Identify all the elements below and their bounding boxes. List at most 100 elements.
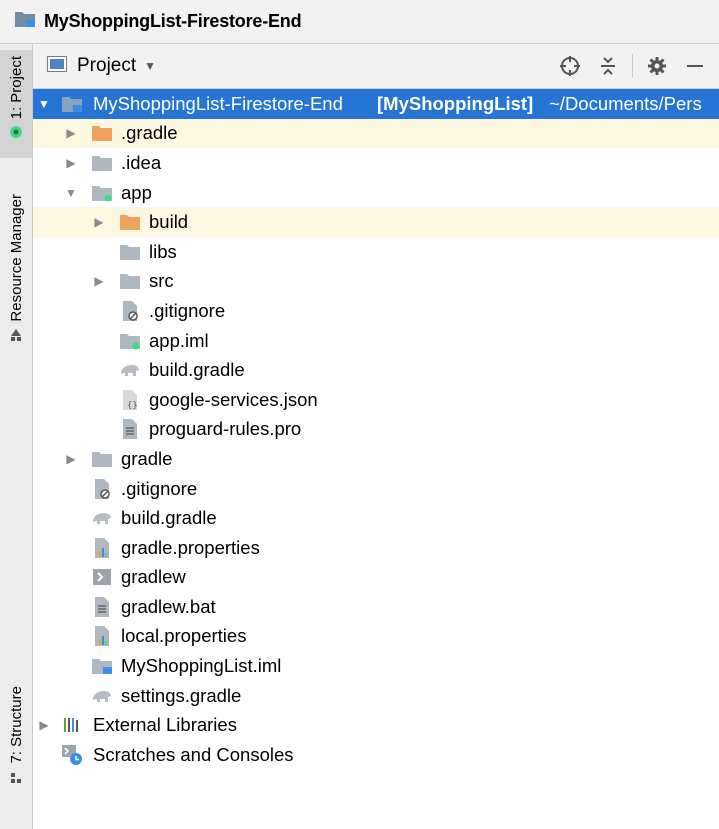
chevron-right-icon[interactable]: ▶: [65, 156, 77, 170]
module-folder-icon: [91, 182, 113, 204]
toolbar-divider: [632, 54, 633, 78]
tree-node-label: build: [149, 211, 189, 233]
toolbar-actions: [556, 44, 719, 88]
tree-node-label: app.iml: [149, 329, 209, 351]
project-module-icon: [91, 655, 113, 677]
tree-node-label: src: [149, 270, 174, 292]
ignore-file-icon: [119, 300, 141, 322]
resource-manager-tool-tab[interactable]: Resource Manager: [0, 194, 32, 374]
project-panel: Project ▼ ▼ MyShoppingList-Firestore-End…: [33, 44, 719, 829]
project-tool-tab-label: 1: Project: [7, 56, 25, 120]
chevron-right-icon[interactable]: ▶: [65, 126, 77, 140]
structure-icon: [11, 772, 21, 783]
gradle-elephant-icon: [91, 507, 113, 529]
text-file-icon: [119, 418, 141, 440]
tree-node-gitignore[interactable]: .gitignore: [33, 474, 719, 504]
tree-node-gradle-properties[interactable]: gradle.properties: [33, 533, 719, 563]
window-title-bar: MyShoppingList-Firestore-End: [0, 0, 719, 44]
tool-window-bar: 1: Project Resource Manager 7: Structure: [0, 44, 33, 829]
tree-node-app[interactable]: ▼ app: [33, 178, 719, 208]
tree-node-label: settings.gradle: [121, 684, 242, 706]
tree-node-google-services[interactable]: {} google-services.json: [33, 385, 719, 415]
svg-text:{}: {}: [127, 401, 138, 411]
tree-node-gradle-folder[interactable]: ▶ gradle: [33, 444, 719, 474]
tree-node-label: google-services.json: [149, 388, 318, 410]
project-tool-tab[interactable]: 1: Project: [0, 50, 32, 158]
tree-node-label: .gitignore: [121, 477, 198, 499]
text-file-icon: [91, 596, 113, 618]
folder-icon: [91, 152, 113, 174]
tree-node-src[interactable]: ▶ src: [33, 267, 719, 297]
project-view-icon: [47, 55, 67, 77]
project-tree: ▼ MyShoppingList-Firestore-End [MyShoppi…: [33, 89, 719, 770]
chevron-right-icon[interactable]: ▶: [93, 274, 105, 288]
tree-node-app-build-gradle[interactable]: build.gradle: [33, 355, 719, 385]
chevron-right-icon[interactable]: ▶: [65, 452, 77, 466]
folder-icon: [119, 270, 141, 292]
tree-node-app-iml[interactable]: app.iml: [33, 326, 719, 356]
excluded-folder-icon: [91, 122, 113, 144]
json-file-icon: {}: [119, 389, 141, 411]
gradle-elephant-icon: [119, 359, 141, 381]
library-icon: [61, 714, 83, 736]
structure-tab-label: 7: Structure: [7, 686, 25, 764]
chevron-down-icon[interactable]: ▼: [38, 97, 50, 111]
tree-node-label: .idea: [121, 151, 162, 173]
tree-node-local-properties[interactable]: local.properties: [33, 622, 719, 652]
tree-node-label: app: [121, 181, 152, 203]
gradle-elephant-icon: [91, 685, 113, 707]
folder-icon: [119, 241, 141, 263]
locate-icon[interactable]: [556, 52, 584, 80]
tree-node-app-gitignore[interactable]: .gitignore: [33, 296, 719, 326]
properties-file-icon: [91, 537, 113, 559]
resources-icon: [11, 328, 21, 341]
chevron-down-icon[interactable]: ▼: [144, 59, 156, 73]
structure-tool-tab[interactable]: 7: Structure: [0, 686, 32, 806]
project-toolbar: Project ▼: [33, 44, 719, 89]
chevron-right-icon[interactable]: ▶: [93, 215, 105, 229]
tree-node-libs[interactable]: libs: [33, 237, 719, 267]
tree-node-gradlew[interactable]: gradlew: [33, 563, 719, 593]
ignore-file-icon: [91, 478, 113, 500]
tree-node-root[interactable]: ▼ MyShoppingList-Firestore-End [MyShoppi…: [33, 89, 719, 119]
gear-icon[interactable]: [643, 52, 671, 80]
android-icon: [10, 126, 22, 139]
project-folder-icon: [61, 93, 83, 115]
tree-node-label: gradlew.bat: [121, 595, 216, 617]
collapse-all-icon[interactable]: [594, 52, 622, 80]
root-name: MyShoppingList-Firestore-End: [93, 92, 343, 114]
root-module: [MyShoppingList]: [377, 92, 534, 114]
scratches-icon: [61, 744, 83, 766]
tree-node-label: gradlew: [121, 566, 186, 588]
project-view-selector[interactable]: Project: [77, 55, 136, 77]
tree-node-label: MyShoppingList.iml: [121, 655, 282, 677]
tree-node-proguard[interactable]: proguard-rules.pro: [33, 415, 719, 445]
tree-node-myshoppinglist-iml[interactable]: MyShoppingList.iml: [33, 651, 719, 681]
excluded-folder-icon: [119, 211, 141, 233]
project-folder-icon: [14, 10, 36, 33]
tree-node-label: build.gradle: [121, 507, 217, 529]
tree-node-label: gradle: [121, 447, 173, 469]
chevron-down-icon[interactable]: ▼: [65, 186, 77, 200]
tree-node-label: .gitignore: [149, 299, 226, 321]
tree-node-label: gradle.properties: [121, 536, 260, 558]
folder-icon: [91, 448, 113, 470]
tree-node-label: local.properties: [121, 625, 247, 647]
tree-node-gradle-dir[interactable]: ▶ .gradle: [33, 118, 719, 149]
properties-file-icon: [91, 625, 113, 647]
tree-node-gradlew-bat[interactable]: gradlew.bat: [33, 592, 719, 622]
tree-node-label: build.gradle: [149, 359, 245, 381]
tree-node-build-gradle[interactable]: build.gradle: [33, 503, 719, 533]
window-title: MyShoppingList-Firestore-End: [44, 11, 302, 31]
minimize-icon[interactable]: [681, 52, 709, 80]
resource-manager-tab-label: Resource Manager: [7, 194, 25, 322]
tree-node-build[interactable]: ▶ build: [33, 207, 719, 237]
tree-node-scratches[interactable]: Scratches and Consoles: [33, 740, 719, 770]
tree-node-settings-gradle[interactable]: settings.gradle: [33, 681, 719, 711]
module-file-icon: [119, 330, 141, 352]
chevron-right-icon[interactable]: ▶: [38, 718, 50, 732]
tree-node-label: proguard-rules.pro: [149, 418, 302, 440]
tree-node-external-libraries[interactable]: ▶ External Libraries: [33, 710, 719, 740]
tree-node-label: libs: [149, 240, 177, 262]
tree-node-idea[interactable]: ▶ .idea: [33, 148, 719, 178]
